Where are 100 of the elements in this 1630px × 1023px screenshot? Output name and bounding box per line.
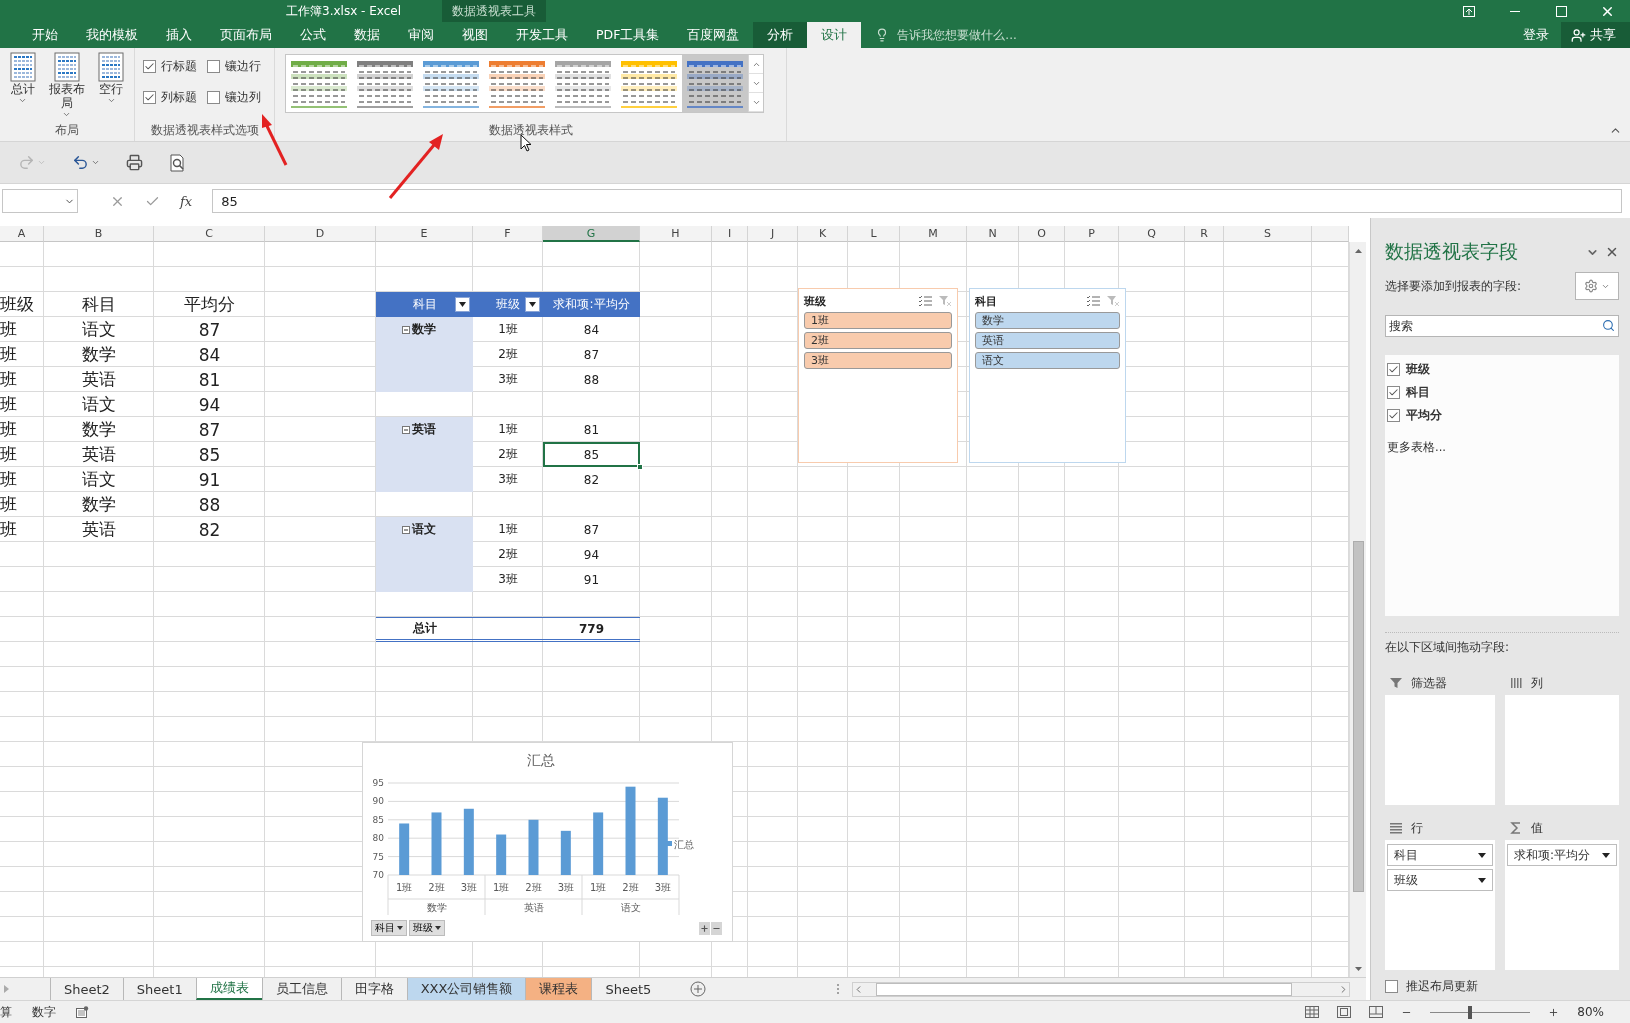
column-header[interactable]: L bbox=[848, 226, 900, 242]
page-layout-icon[interactable] bbox=[1337, 1006, 1352, 1018]
ribbon-tab[interactable]: 审阅 bbox=[394, 22, 448, 48]
slicer-item[interactable]: 英语 bbox=[975, 332, 1120, 349]
sheet-tab[interactable]: XXX公司销售额 bbox=[406, 978, 526, 1000]
checkbox[interactable] bbox=[1385, 980, 1398, 993]
ribbon-button[interactable]: 总计 bbox=[4, 52, 42, 105]
checkbox[interactable] bbox=[143, 91, 156, 104]
settings-button[interactable] bbox=[1575, 272, 1619, 300]
drop-area[interactable]: 求和项:平均分 bbox=[1505, 840, 1619, 970]
checkbox[interactable] bbox=[1387, 386, 1400, 399]
ribbon-button[interactable]: 报表布局 bbox=[45, 52, 89, 119]
slicer-item[interactable]: 3班 bbox=[804, 352, 952, 369]
search-field[interactable]: 搜索 bbox=[1385, 315, 1619, 337]
column-header[interactable]: D bbox=[265, 226, 376, 242]
slicer-item[interactable]: 数学 bbox=[975, 312, 1120, 329]
column-header[interactable]: B bbox=[44, 226, 154, 242]
column-header[interactable]: C bbox=[154, 226, 265, 242]
column-header[interactable]: P bbox=[1065, 226, 1119, 242]
field-chip[interactable]: 班级 bbox=[1387, 869, 1493, 891]
ribbon-tab[interactable]: PDF工具集 bbox=[582, 22, 674, 48]
sheet-tab[interactable]: 课程表 bbox=[525, 978, 592, 1000]
column-header[interactable]: M bbox=[900, 226, 967, 242]
column-header[interactable]: N bbox=[967, 226, 1019, 242]
status-text: 算 bbox=[0, 1003, 12, 1021]
ribbon-tab[interactable]: 设计 bbox=[807, 22, 862, 48]
column-header[interactable]: O bbox=[1019, 226, 1065, 242]
checkbox[interactable] bbox=[1387, 409, 1400, 422]
collapse-icon[interactable] bbox=[402, 525, 410, 534]
window-title: 工作簿3.xlsx - Excel bbox=[285, 2, 402, 20]
ribbon-tab[interactable]: 百度网盘 bbox=[673, 22, 754, 48]
expand-button[interactable] bbox=[699, 921, 710, 935]
ribbon-tab[interactable]: 开始 bbox=[18, 22, 72, 48]
zoom-thumb[interactable] bbox=[1468, 1005, 1473, 1019]
multi-select-icon[interactable] bbox=[918, 295, 932, 307]
style-option[interactable] bbox=[682, 55, 748, 112]
plus-icon bbox=[700, 923, 709, 933]
area-label: 值 bbox=[1531, 819, 1543, 837]
zoom-level[interactable]: 80% bbox=[1577, 1005, 1604, 1019]
ribbon-tab[interactable]: 开发工具 bbox=[502, 22, 582, 48]
tell-me-field[interactable]: 告诉我您想要做什么... bbox=[895, 27, 1096, 43]
macro-record-icon[interactable] bbox=[76, 1006, 89, 1018]
scrollbar-thumb[interactable] bbox=[876, 982, 1292, 996]
close-icon[interactable] bbox=[1605, 245, 1619, 259]
drop-area[interactable]: 科目 班级 bbox=[1385, 840, 1495, 970]
table-cell-text: 班 bbox=[0, 468, 18, 491]
column-header[interactable]: G bbox=[543, 226, 640, 242]
checkbox[interactable] bbox=[143, 60, 156, 73]
ribbon-tab[interactable]: 数据 bbox=[340, 22, 394, 48]
slicer-item[interactable]: 1班 bbox=[804, 312, 952, 329]
column-header[interactable]: H bbox=[640, 226, 712, 242]
chart-field-button[interactable]: 科目 bbox=[371, 920, 407, 936]
ribbon-button[interactable]: 空行 bbox=[92, 52, 130, 105]
collapse-button[interactable] bbox=[711, 921, 722, 935]
column-header[interactable]: S bbox=[1224, 226, 1312, 242]
filter-dropdown-button[interactable] bbox=[525, 297, 540, 312]
column-header[interactable]: I bbox=[712, 226, 748, 242]
chart-field-button[interactable]: 班级 bbox=[409, 920, 445, 936]
column-header[interactable]: A bbox=[0, 226, 44, 242]
ribbon-tab[interactable]: 分析 bbox=[753, 22, 808, 48]
column-header[interactable]: Q bbox=[1119, 226, 1185, 242]
ribbon-tab[interactable]: 插入 bbox=[152, 22, 206, 48]
normal-view-icon[interactable] bbox=[1305, 1006, 1320, 1018]
collapse-icon[interactable] bbox=[402, 425, 410, 434]
add-sheet-button[interactable] bbox=[690, 978, 707, 1000]
field-chip[interactable]: 科目 bbox=[1387, 844, 1493, 866]
column-header[interactable]: E bbox=[376, 226, 473, 242]
collapse-icon[interactable] bbox=[402, 325, 410, 334]
insert-function-button[interactable]: fx bbox=[180, 193, 193, 209]
splitter-icon[interactable] bbox=[836, 983, 840, 995]
fill-handle[interactable] bbox=[637, 464, 643, 470]
more-tables-link[interactable]: 更多表格... bbox=[1387, 440, 1617, 455]
column-header[interactable]: F bbox=[473, 226, 543, 242]
horizontal-scrollbar[interactable] bbox=[852, 981, 1350, 997]
field-chip[interactable]: 求和项:平均分 bbox=[1507, 844, 1617, 866]
toolbar-button[interactable] bbox=[124, 152, 145, 173]
ribbon-tab[interactable]: 公式 bbox=[286, 22, 340, 48]
table-cell-text: 87 bbox=[582, 521, 601, 539]
ribbon-tab[interactable]: 我的模板 bbox=[72, 22, 152, 48]
column-header[interactable]: R bbox=[1185, 226, 1224, 242]
formula-input[interactable]: 85 bbox=[212, 189, 1622, 213]
ribbon-tab[interactable]: 页面布局 bbox=[206, 22, 286, 48]
sign-in-link[interactable]: 登录 bbox=[1511, 22, 1561, 48]
checkbox[interactable] bbox=[207, 91, 220, 104]
checkbox[interactable] bbox=[207, 60, 220, 73]
sheet-tab[interactable]: 成绩表 bbox=[195, 978, 262, 1000]
multi-select-icon[interactable] bbox=[1086, 295, 1100, 307]
scrollbar-thumb[interactable] bbox=[1352, 541, 1364, 892]
caret-icon bbox=[435, 926, 441, 930]
slicer-item[interactable]: 语文 bbox=[975, 352, 1120, 369]
zoom-in-icon[interactable] bbox=[1548, 1006, 1560, 1018]
column-header[interactable]: J bbox=[748, 226, 798, 242]
column-header[interactable]: K bbox=[798, 226, 848, 242]
share-button[interactable]: 共享 bbox=[1561, 22, 1630, 48]
table-cell-text: 85 bbox=[197, 443, 222, 467]
slicer-item[interactable]: 2班 bbox=[804, 332, 952, 349]
page-break-icon[interactable] bbox=[1369, 1006, 1384, 1018]
filter-dropdown-button[interactable] bbox=[455, 297, 470, 312]
checkbox[interactable] bbox=[1387, 363, 1400, 376]
ribbon-tab[interactable]: 视图 bbox=[448, 22, 502, 48]
